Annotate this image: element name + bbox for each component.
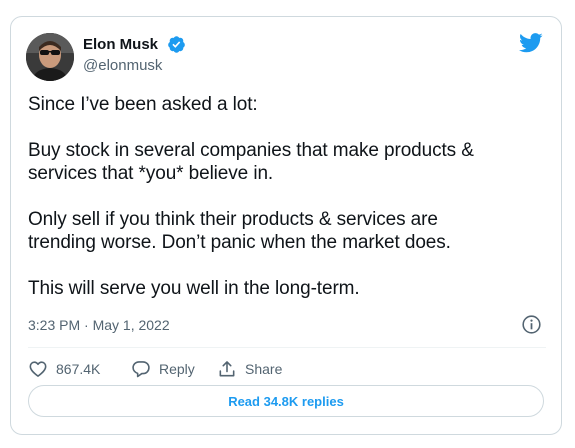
share-icon [219, 361, 235, 377]
twitter-bird-icon[interactable] [519, 33, 543, 53]
share-button[interactable]: Share [217, 359, 282, 379]
author-handle[interactable]: @elonmusk [83, 57, 162, 74]
divider [28, 347, 546, 348]
like-button[interactable]: 867.4K [28, 359, 131, 379]
heart-icon [29, 361, 47, 377]
like-count: 867.4K [56, 361, 101, 377]
verified-badge-icon [168, 36, 185, 53]
read-replies-button[interactable]: Read 34.8K replies [28, 385, 544, 417]
share-label: Share [245, 361, 283, 377]
reply-button[interactable]: Reply [131, 359, 217, 379]
tweet-paragraph: This will serve you well in the long-ter… [28, 277, 360, 299]
avatar-image [26, 33, 74, 81]
tweet-paragraph: Buy stock in several companies that make… [28, 139, 474, 185]
tweet-paragraph: Only sell if you think their products & … [28, 208, 451, 254]
tweet-paragraph: Since I’ve been asked a lot: [28, 94, 258, 115]
tweet-card: Elon Musk @elonmusk Since I’ve been aske… [10, 16, 562, 435]
tweet-timestamp[interactable]: 3:23 PM · May 1, 2022 [28, 317, 170, 333]
tweet-actions: 867.4K Reply Share [28, 354, 282, 384]
info-icon[interactable] [521, 314, 542, 335]
author-avatar[interactable] [26, 33, 74, 81]
reply-icon [132, 361, 150, 378]
tweet-text: Since I’ve been asked a lot: Buy stock i… [28, 93, 548, 300]
reply-label: Reply [159, 361, 195, 377]
author-name[interactable]: Elon Musk [83, 36, 158, 53]
